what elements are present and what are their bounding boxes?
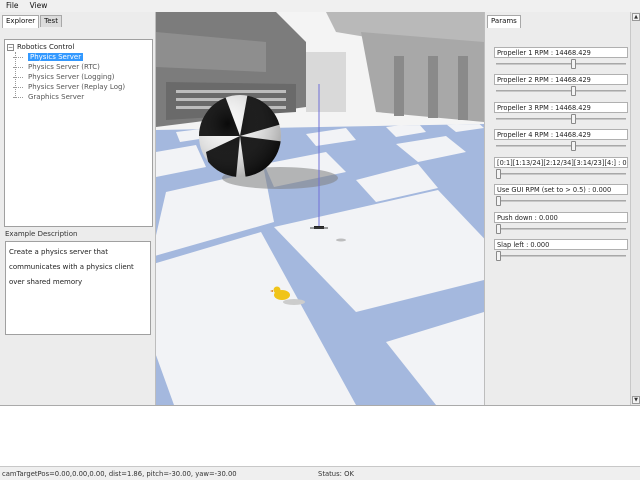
pillar	[428, 56, 438, 118]
param-label: [0:1][1:13/24][2:12/34][3:14/23][4:] : 0	[494, 157, 628, 168]
temple-building-center	[306, 52, 346, 112]
slider-handle[interactable]	[571, 141, 576, 151]
tab-explorer[interactable]: Explorer	[2, 15, 40, 28]
camera-status: camTargetPos=0.00,0.00,0.00, dist=1.86, …	[2, 470, 237, 478]
param-mode: [0:1][1:13/24][2:12/34][3:14/23][4:] : 0	[494, 157, 628, 179]
param-slider[interactable]	[494, 168, 628, 179]
status-text: Status: OK	[318, 470, 354, 478]
description-line: over shared memory	[9, 278, 83, 286]
menu-file[interactable]: File	[0, 0, 24, 12]
scene-render	[156, 12, 484, 405]
tree-root[interactable]: − Robotics Control	[7, 42, 152, 52]
param-use-gui-rpm: Use GUI RPM (set to > 0.5) : 0.000	[494, 184, 628, 206]
console-output[interactable]	[0, 405, 640, 466]
tab-params[interactable]: Params	[487, 15, 521, 28]
slider-handle[interactable]	[496, 251, 501, 261]
checkered-floor	[156, 124, 484, 405]
param-slider[interactable]	[494, 113, 628, 124]
scroll-up-icon[interactable]: ▲	[632, 13, 640, 21]
param-slider[interactable]	[494, 223, 628, 234]
slider-handle[interactable]	[571, 59, 576, 69]
params-panel: Params Propeller 1 RPM : 14468.429 Prope…	[484, 12, 630, 405]
param-propeller-1: Propeller 1 RPM : 14468.429	[494, 47, 628, 69]
tree-item-physics-server-replay-log[interactable]: Physics Server (Replay Log)	[13, 82, 152, 92]
param-label: Push down : 0.000	[494, 212, 628, 223]
menu-bar: File View	[0, 0, 640, 12]
param-propeller-2: Propeller 2 RPM : 14468.429	[494, 74, 628, 96]
param-slider[interactable]	[494, 250, 628, 261]
tree-connector	[15, 52, 16, 98]
status-bar: camTargetPos=0.00,0.00,0.00, dist=1.86, …	[0, 466, 640, 480]
slider-handle[interactable]	[496, 196, 501, 206]
slider-handle[interactable]	[571, 114, 576, 124]
left-panel: Explorer Test − Robotics Control Physics…	[0, 12, 156, 405]
param-slider[interactable]	[494, 195, 628, 206]
description-line: communicates with a physics client	[9, 263, 134, 271]
slider-handle[interactable]	[496, 224, 501, 234]
description-box: Create a physics server that communicate…	[5, 241, 151, 335]
tree-item-graphics-server[interactable]: Graphics Server	[13, 92, 152, 102]
param-label: Propeller 1 RPM : 14468.429	[494, 47, 628, 58]
menu-view[interactable]: View	[24, 0, 53, 12]
params-scrollbar[interactable]: ▲ ▼	[630, 12, 640, 405]
param-label: Slap left : 0.000	[494, 239, 628, 250]
example-tree: − Robotics Control Physics Server Physic…	[4, 39, 153, 227]
description-label: Example Description	[5, 230, 78, 238]
tree-item-physics-server-rtc[interactable]: Physics Server (RTC)	[13, 62, 152, 72]
collapse-icon[interactable]: −	[7, 43, 14, 51]
tree-item-physics-server[interactable]: Physics Server	[13, 52, 152, 62]
tab-test[interactable]: Test	[40, 15, 62, 27]
slider-handle[interactable]	[571, 86, 576, 96]
param-label: Propeller 4 RPM : 14468.429	[494, 129, 628, 140]
tree-root-label: Robotics Control	[17, 43, 75, 51]
description-line: Create a physics server that	[9, 248, 108, 256]
pillar	[394, 56, 404, 116]
param-label: Use GUI RPM (set to > 0.5) : 0.000	[494, 184, 628, 195]
tree-item-physics-server-logging[interactable]: Physics Server (Logging)	[13, 72, 152, 82]
param-label: Propeller 3 RPM : 14468.429	[494, 102, 628, 113]
param-label: Propeller 2 RPM : 14468.429	[494, 74, 628, 85]
param-propeller-3: Propeller 3 RPM : 14468.429	[494, 102, 628, 124]
pillar	[458, 56, 468, 120]
stair-step	[176, 90, 286, 93]
param-propeller-4: Propeller 4 RPM : 14468.429	[494, 129, 628, 151]
scroll-down-icon[interactable]: ▼	[632, 396, 640, 404]
3d-viewport[interactable]	[156, 12, 484, 405]
param-slider[interactable]	[494, 58, 628, 69]
param-slider[interactable]	[494, 140, 628, 151]
left-tabs: Explorer Test	[2, 15, 63, 28]
param-slider[interactable]	[494, 85, 628, 96]
slider-handle[interactable]	[496, 169, 501, 179]
param-push-down: Push down : 0.000	[494, 212, 628, 234]
param-slap-left: Slap left : 0.000	[494, 239, 628, 261]
